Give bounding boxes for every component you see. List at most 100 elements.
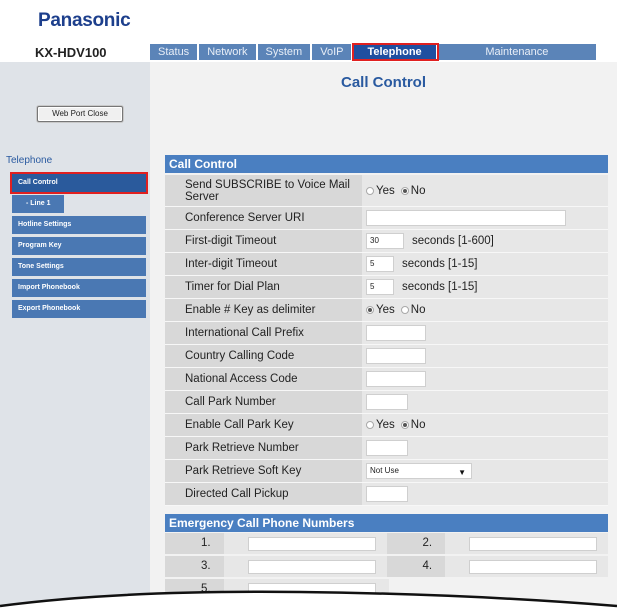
emergency-row: 3. 4. bbox=[165, 556, 608, 577]
web-port-close-button[interactable]: Web Port Close bbox=[37, 106, 123, 122]
call-control-section-heading: Call Control bbox=[165, 155, 608, 173]
call-park-key-options: Yes No bbox=[362, 414, 608, 436]
emergency-number-1-input[interactable] bbox=[247, 536, 376, 551]
park-retrieve-soft-key-label: Park Retrieve Soft Key bbox=[165, 460, 362, 482]
radio-label: Yes bbox=[376, 304, 395, 316]
tab-telephone[interactable]: Telephone bbox=[352, 43, 439, 61]
send-subscribe-label: Send SUBSCRIBE to Voice Mail Server bbox=[165, 175, 362, 206]
call-park-key-no-radio[interactable] bbox=[400, 421, 409, 429]
emergency-number-label: 3. bbox=[165, 556, 224, 577]
first-digit-timeout-label: First-digit Timeout bbox=[165, 230, 362, 252]
hash-delimiter-yes-radio[interactable] bbox=[366, 306, 374, 314]
call-park-key-yes-radio[interactable] bbox=[366, 421, 374, 429]
field-cell bbox=[362, 322, 608, 344]
send-subscribe-no-radio[interactable] bbox=[400, 186, 409, 195]
hash-delimiter-label: Enable # Key as delimiter bbox=[165, 299, 362, 321]
tab-maintenance[interactable]: Maintenance bbox=[438, 44, 596, 60]
form-row: Send SUBSCRIBE to Voice Mail Server Yes … bbox=[165, 175, 608, 207]
national-access-label: National Access Code bbox=[165, 368, 362, 390]
sidebar-item-tone-settings[interactable]: Tone Settings bbox=[12, 258, 146, 276]
radio-label: No bbox=[410, 419, 426, 431]
hash-delimiter-options: Yes No bbox=[362, 299, 608, 321]
emergency-number-3-input[interactable] bbox=[247, 559, 376, 574]
timer-dial-plan-unit: seconds [1-15] bbox=[402, 281, 478, 293]
tab-status[interactable]: Status bbox=[150, 44, 200, 60]
field-cell bbox=[362, 345, 608, 367]
national-access-input[interactable] bbox=[366, 371, 426, 387]
form-row: International Call Prefix bbox=[165, 322, 608, 345]
chevron-down-icon: ▼ bbox=[458, 468, 466, 477]
first-digit-timeout-input[interactable]: 30 bbox=[366, 233, 404, 249]
tab-voip[interactable]: VoIP bbox=[312, 44, 354, 60]
hash-delimiter-no-radio[interactable] bbox=[400, 306, 409, 314]
call-park-number-input[interactable] bbox=[366, 394, 408, 410]
inter-digit-timeout-label: Inter-digit Timeout bbox=[165, 253, 362, 275]
send-subscribe-options: Yes No bbox=[362, 175, 608, 206]
country-code-input[interactable] bbox=[366, 348, 426, 364]
sidebar-item-import-phonebook[interactable]: Import Phonebook bbox=[12, 279, 146, 297]
park-retrieve-number-label: Park Retrieve Number bbox=[165, 437, 362, 459]
form-row: Inter-digit Timeout 5 seconds [1-15] bbox=[165, 253, 608, 276]
sidebar-item-call-control[interactable]: Call Control bbox=[10, 172, 148, 194]
field-cell: 5 seconds [1-15] bbox=[362, 253, 608, 275]
park-retrieve-soft-key-select[interactable]: Not Use ▼ bbox=[366, 463, 472, 479]
radio-label: Yes bbox=[376, 419, 395, 431]
inter-digit-timeout-unit: seconds [1-15] bbox=[402, 258, 478, 270]
send-subscribe-yes-radio[interactable] bbox=[366, 186, 374, 195]
inter-digit-timeout-input[interactable]: 5 bbox=[366, 256, 394, 272]
emergency-number-2-input[interactable] bbox=[469, 536, 598, 551]
sidebar-item-program-key[interactable]: Program Key bbox=[12, 237, 146, 255]
intl-prefix-label: International Call Prefix bbox=[165, 322, 362, 344]
field-cell bbox=[362, 368, 608, 390]
call-park-number-label: Call Park Number bbox=[165, 391, 362, 413]
form-row: Enable Call Park Key Yes No bbox=[165, 414, 608, 437]
field-cell bbox=[223, 533, 387, 554]
intl-prefix-input[interactable] bbox=[366, 325, 426, 341]
conference-uri-input[interactable] bbox=[366, 210, 566, 226]
tab-system[interactable]: System bbox=[258, 44, 313, 60]
country-code-label: Country Calling Code bbox=[165, 345, 362, 367]
first-digit-timeout-unit: seconds [1-600] bbox=[412, 235, 494, 247]
emergency-number-label: 4. bbox=[386, 556, 446, 577]
form-row: Conference Server URI bbox=[165, 207, 608, 230]
emergency-number-4-input[interactable] bbox=[469, 559, 598, 574]
radio-label: No bbox=[410, 184, 426, 197]
call-park-key-label: Enable Call Park Key bbox=[165, 414, 362, 436]
form-row: Country Calling Code bbox=[165, 345, 608, 368]
torn-page-edge bbox=[0, 590, 617, 613]
park-retrieve-soft-key-value: Not Use bbox=[370, 466, 399, 475]
form-row: National Access Code bbox=[165, 368, 608, 391]
park-retrieve-number-input[interactable] bbox=[366, 440, 408, 456]
field-cell: 5 seconds [1-15] bbox=[362, 276, 608, 298]
field-cell bbox=[362, 437, 608, 459]
field-cell bbox=[362, 483, 608, 505]
radio-label: Yes bbox=[376, 184, 395, 197]
radio-label: No bbox=[410, 304, 426, 316]
sidebar-heading[interactable]: Telephone bbox=[6, 155, 52, 166]
sidebar-item-line-1[interactable]: - Line 1 bbox=[12, 195, 64, 213]
emergency-number-label: 1. bbox=[165, 533, 224, 554]
field-cell bbox=[445, 533, 608, 554]
field-cell bbox=[362, 391, 608, 413]
emergency-number-label: 2. bbox=[386, 533, 446, 554]
field-cell: Not Use ▼ bbox=[362, 460, 608, 482]
form-row: Enable # Key as delimiter Yes No bbox=[165, 299, 608, 322]
field-cell bbox=[223, 556, 387, 577]
form-row: Timer for Dial Plan 5 seconds [1-15] bbox=[165, 276, 608, 299]
sidebar-menu: Call Control - Line 1 Hotline Settings P… bbox=[10, 172, 148, 321]
directed-pickup-input[interactable] bbox=[366, 486, 408, 502]
call-control-form: Send SUBSCRIBE to Voice Mail Server Yes … bbox=[165, 175, 608, 506]
form-row: Call Park Number bbox=[165, 391, 608, 414]
field-cell bbox=[445, 556, 608, 577]
timer-dial-plan-input[interactable]: 5 bbox=[366, 279, 394, 295]
form-row: Park Retrieve Soft Key Not Use ▼ bbox=[165, 460, 608, 483]
tab-network[interactable]: Network bbox=[199, 44, 258, 60]
form-row: Directed Call Pickup bbox=[165, 483, 608, 506]
form-row: Park Retrieve Number bbox=[165, 437, 608, 460]
sidebar-item-hotline-settings[interactable]: Hotline Settings bbox=[12, 216, 146, 234]
emergency-row: 1. 2. bbox=[165, 533, 608, 554]
page-title: Call Control bbox=[341, 74, 426, 91]
timer-dial-plan-label: Timer for Dial Plan bbox=[165, 276, 362, 298]
sidebar-item-export-phonebook[interactable]: Export Phonebook bbox=[12, 300, 146, 318]
sidebar: Web Port Close Telephone Call Control - … bbox=[0, 62, 150, 613]
